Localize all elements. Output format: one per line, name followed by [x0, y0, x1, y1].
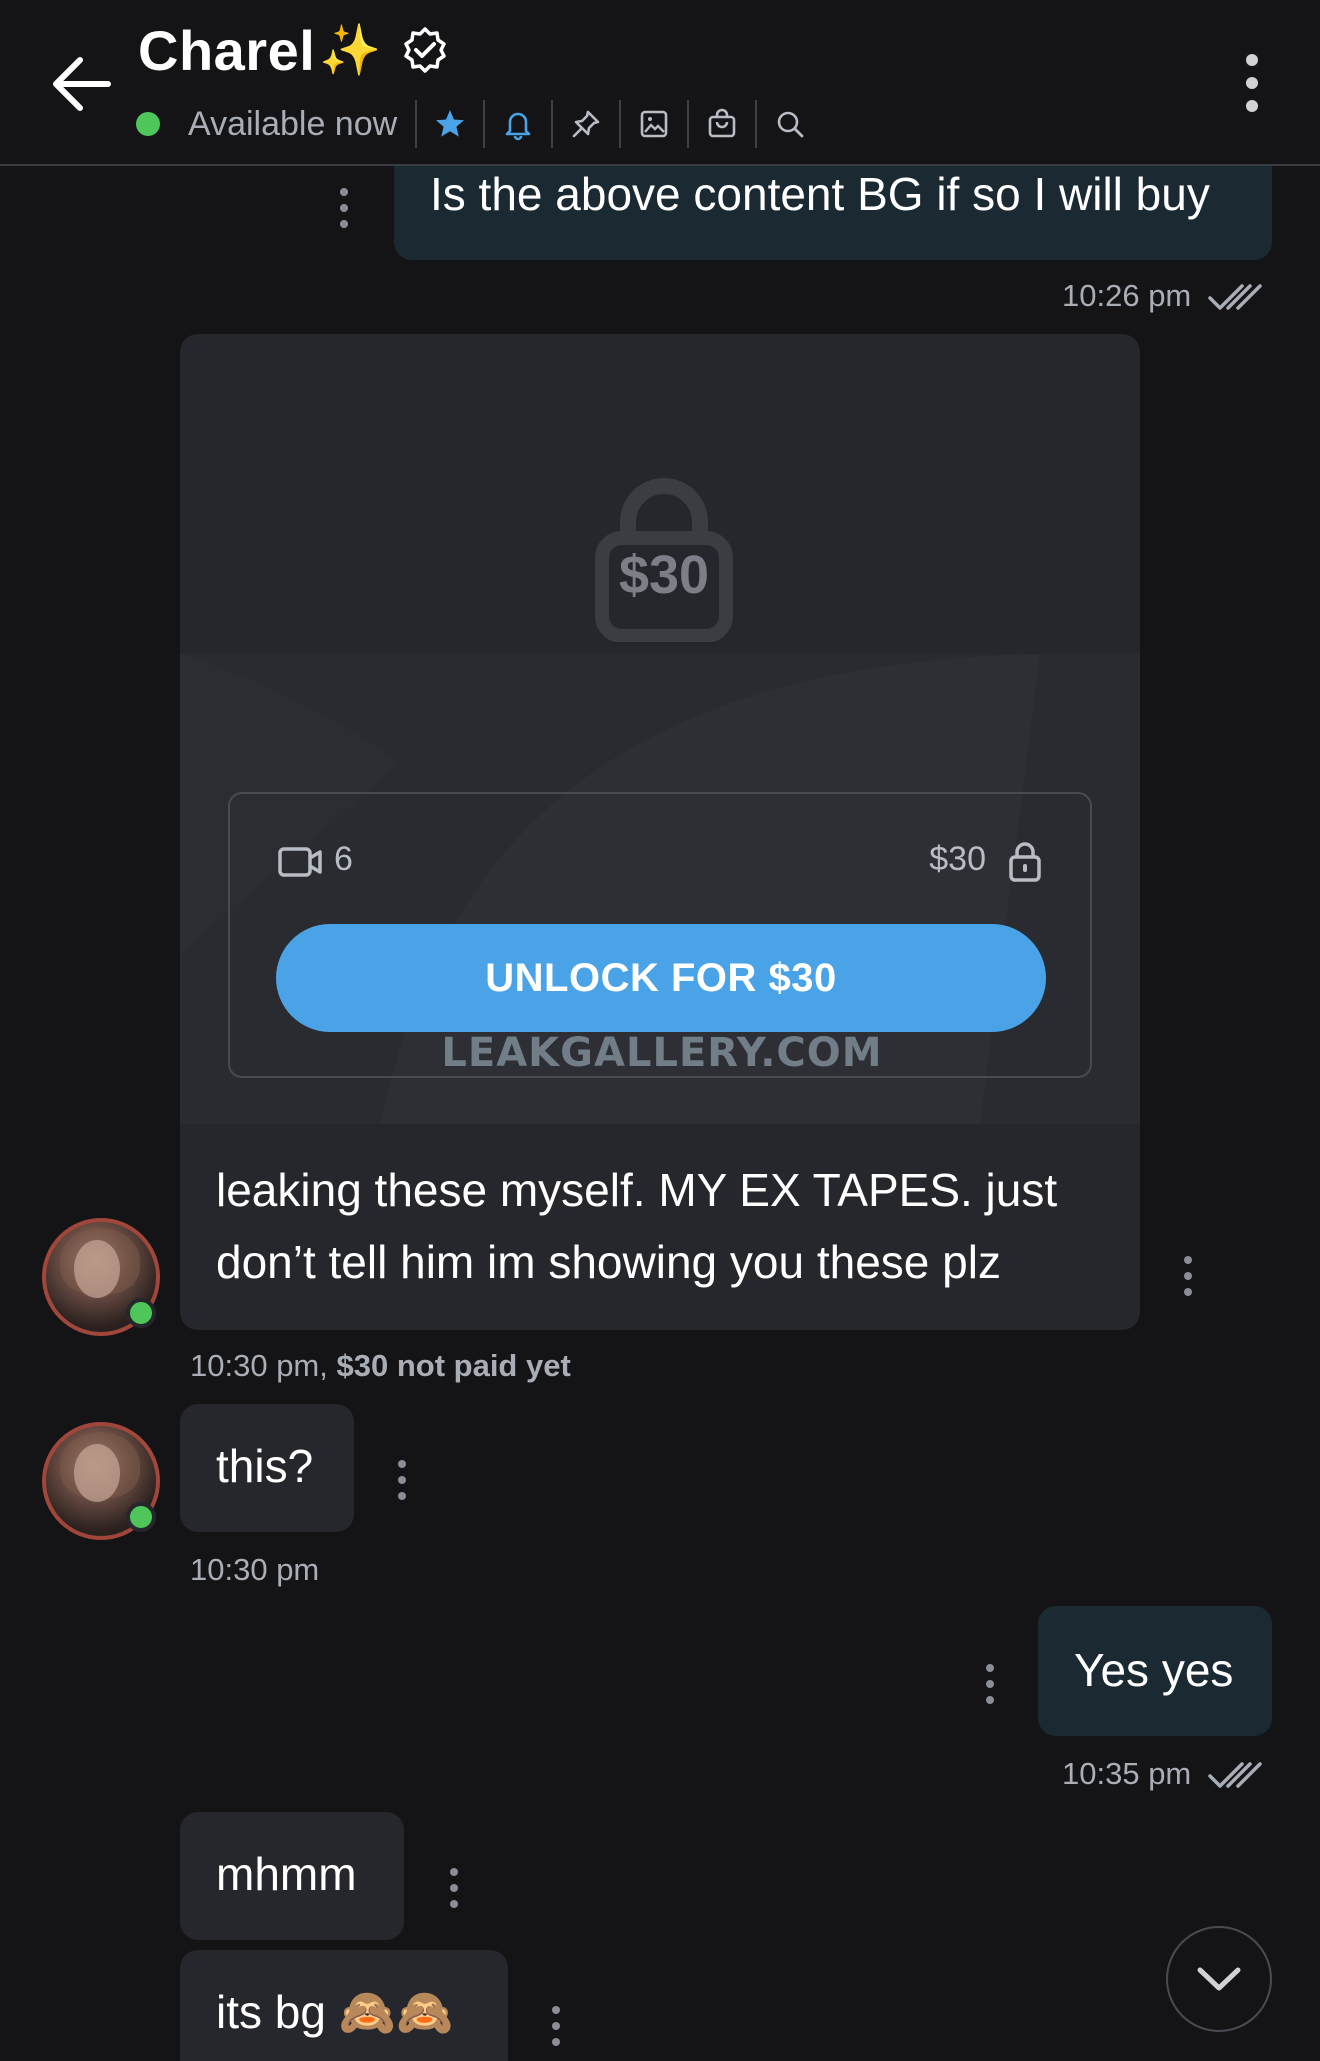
more-options-button[interactable]	[1236, 52, 1268, 114]
payment-status: $30 not paid yet	[336, 1348, 571, 1383]
read-receipt-icon	[1208, 1762, 1262, 1788]
star-icon	[436, 110, 465, 137]
favorite-button[interactable]	[415, 100, 483, 148]
search-button[interactable]	[755, 100, 823, 148]
see-no-evil-emoji: 🙈🙈	[338, 1986, 454, 2038]
media-caption: leaking these myself. MY EX TAPES. just …	[216, 1164, 1058, 1288]
message-time: 10:26 pm	[1062, 278, 1192, 313]
verified-badge-icon	[403, 27, 446, 73]
pin-button[interactable]	[551, 100, 619, 148]
message-options-icon[interactable]	[546, 2004, 566, 2052]
message-options-icon[interactable]	[980, 1662, 1000, 1710]
message-time: 10:30 pm	[190, 1552, 320, 1587]
message-options-icon[interactable]	[392, 1458, 412, 1506]
notifications-button[interactable]	[483, 100, 551, 148]
video-icon	[278, 847, 322, 877]
unlock-panel: 6 $30 UNLOCK FOR $30 LEAKGALLERY.COM	[228, 792, 1092, 1078]
pin-icon	[572, 110, 600, 138]
unlock-button[interactable]: UNLOCK FOR $30	[276, 924, 1046, 1032]
locked-media-message[interactable]: $30 6 $30 UNLOCK FOR $30 LEAKGALLERY.COM…	[180, 334, 1140, 1330]
purchases-button[interactable]	[687, 100, 755, 148]
watermark-text: LEAKGALLERY.COM	[441, 1030, 883, 1076]
status-row: Available now	[136, 100, 823, 148]
video-count: 6	[334, 840, 353, 878]
chat-header: Charel ✨ Available now	[0, 0, 1320, 166]
back-arrow-icon	[53, 57, 111, 111]
lock-price-label: $30	[618, 545, 710, 605]
back-button[interactable]	[44, 48, 124, 120]
message-time: 10:30 pm,	[190, 1348, 328, 1383]
message-options-icon[interactable]	[1178, 1254, 1198, 1302]
message-text: Is the above content BG if so I will buy	[430, 168, 1210, 220]
message-text: Yes yes	[1074, 1644, 1234, 1696]
search-icon	[777, 111, 804, 138]
message-options-icon[interactable]	[444, 1866, 464, 1914]
media-gallery-button[interactable]	[619, 100, 687, 148]
message-options-icon[interactable]	[334, 186, 354, 234]
chevron-down-icon	[1197, 1967, 1241, 1991]
small-lock-icon	[1009, 842, 1041, 882]
image-icon	[640, 110, 668, 138]
chat-title[interactable]: Charel	[138, 18, 315, 83]
avatar-face	[74, 1240, 120, 1298]
message-time: 10:35 pm	[1062, 1756, 1192, 1791]
media-price: $30	[929, 840, 986, 878]
message-text-row: its bg 🙈🙈	[216, 1976, 453, 2048]
bag-icon	[708, 108, 736, 138]
sparkles-emoji: ✨	[319, 21, 382, 78]
avatar[interactable]	[42, 1218, 160, 1336]
bell-icon	[505, 112, 531, 141]
incoming-message[interactable]: this?	[180, 1404, 354, 1532]
message-text: this?	[216, 1440, 314, 1492]
message-time-row: 10:30 pm, $30 not paid yet	[190, 1348, 571, 1384]
more-vertical-icon	[1246, 54, 1258, 112]
online-indicator	[126, 1502, 156, 1532]
scroll-to-bottom-button[interactable]	[1166, 1926, 1272, 2032]
avatar-face	[74, 1444, 120, 1502]
status-text: Available now	[188, 104, 398, 143]
incoming-message[interactable]: its bg 🙈🙈	[180, 1950, 508, 2061]
message-text: its bg	[216, 1986, 326, 2038]
message-text: mhmm	[216, 1848, 357, 1900]
avatar[interactable]	[42, 1422, 160, 1540]
outgoing-message[interactable]: Yes yes	[1038, 1606, 1272, 1736]
incoming-message[interactable]: mhmm	[180, 1812, 404, 1940]
read-receipt-icon	[1208, 284, 1262, 310]
chat-title-row[interactable]: Charel ✨	[138, 14, 450, 86]
online-indicator	[136, 112, 160, 136]
online-indicator	[126, 1298, 156, 1328]
